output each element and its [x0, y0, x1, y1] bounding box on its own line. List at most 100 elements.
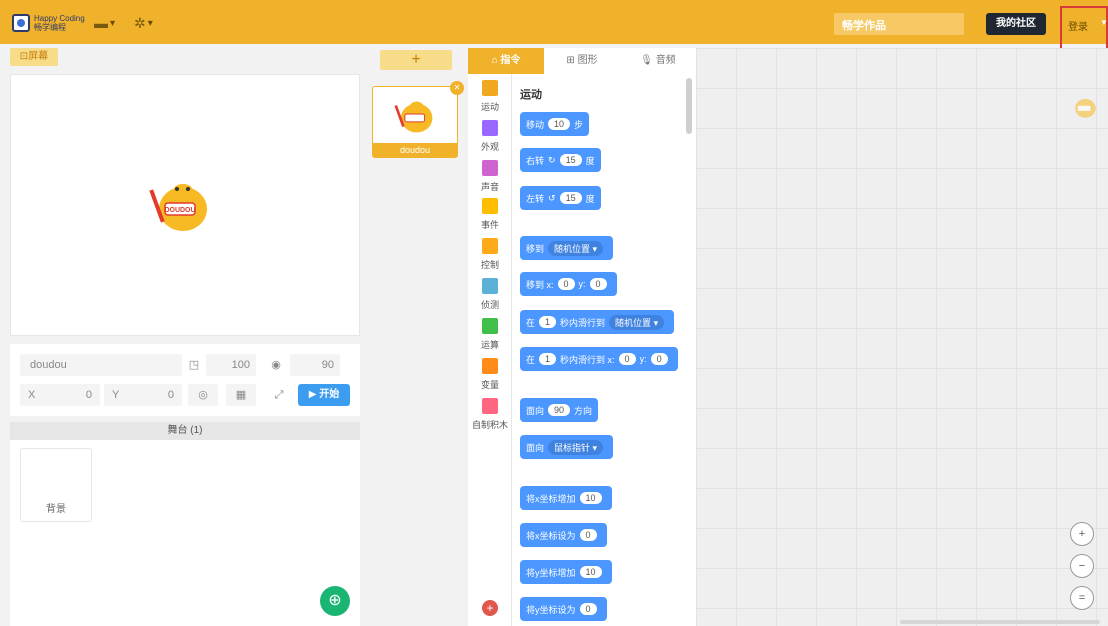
block-set-x[interactable]: 将x坐标设为 0	[520, 523, 607, 547]
block-dropdown[interactable]: 鼠标指针 ▾	[548, 439, 604, 455]
block-input[interactable]: 0	[650, 353, 668, 365]
rotate-left-icon: ↺	[548, 192, 556, 203]
login-button[interactable]: 登录	[1068, 18, 1088, 33]
delete-sprite-icon[interactable]: ✕	[450, 81, 464, 95]
editor-tabs: ⌂ 指令 ⊞ 图形 🎙 音频	[468, 48, 696, 74]
category-control[interactable]: 控制	[468, 238, 512, 271]
block-move[interactable]: 移动 10 步	[520, 112, 590, 136]
zoom-reset-button[interactable]: =	[1070, 586, 1094, 610]
block-goto[interactable]: 移到 随机位置 ▾	[520, 236, 614, 260]
block-change-y[interactable]: 将y坐标增加 10	[520, 560, 612, 584]
block-text: 移到 x:	[526, 279, 554, 290]
expand-icon[interactable]: ⤢	[264, 384, 294, 406]
size-input[interactable]: 100	[206, 354, 256, 376]
category-label: 事件	[480, 220, 499, 230]
gear-icon: ✲	[134, 14, 146, 31]
block-input[interactable]: 10	[579, 566, 602, 578]
block-text: 左转	[526, 193, 545, 204]
tab-code[interactable]: ⌂ 指令	[468, 48, 544, 74]
mic-icon: 🎙	[640, 55, 656, 66]
block-input[interactable]: 15	[559, 154, 582, 166]
block-input[interactable]: 10	[548, 118, 571, 130]
zoom-out-button[interactable]: −	[1070, 554, 1094, 578]
play-icon: ▶	[308, 389, 320, 400]
block-text: 在	[526, 354, 536, 365]
start-button[interactable]: ▶ 开始	[298, 384, 350, 406]
backdrop-card[interactable]: 背景	[20, 448, 92, 522]
block-goto-xy[interactable]: 移到 x: 0 y: 0	[520, 272, 617, 296]
block-input[interactable]: 10	[579, 492, 602, 504]
block-text: 将y坐标增加	[526, 567, 576, 578]
block-set-y[interactable]: 将y坐标设为 0	[520, 597, 607, 621]
settings-menu-button[interactable]: ✲ ▾	[134, 14, 153, 32]
svg-text:DOUDOU: DOUDOU	[164, 207, 195, 214]
zoom-reset-icon: =	[1078, 592, 1086, 604]
category-my-blocks[interactable]: 自制积木	[468, 398, 512, 431]
add-extension-button[interactable]: +	[482, 600, 498, 616]
y-value[interactable]: 0	[168, 384, 174, 406]
block-input[interactable]: 1	[539, 353, 557, 365]
add-backdrop-button[interactable]: ⊕	[320, 586, 350, 616]
app-logo[interactable]: Happy Coding 畅学编程	[12, 10, 98, 36]
category-looks[interactable]: 外观	[468, 120, 512, 153]
category-swatch	[482, 318, 498, 334]
eye-icon[interactable]: ◎	[188, 384, 218, 406]
fullscreen-button[interactable]: ⊡屏幕	[10, 48, 58, 66]
workspace-scrollbar[interactable]	[900, 620, 1100, 624]
backdrop-label: 背景	[46, 504, 66, 515]
chevron-down-icon[interactable]: ▼	[1100, 18, 1108, 27]
category-sensing[interactable]: 侦测	[468, 278, 512, 311]
y-field[interactable]: Y0	[104, 384, 182, 406]
block-input[interactable]: 0	[557, 278, 575, 290]
add-sprite-button[interactable]: +	[380, 50, 452, 70]
category-label: 变量	[480, 380, 499, 390]
community-button[interactable]: 我的社区	[986, 13, 1046, 35]
logo-text-en: Happy Coding	[34, 14, 85, 23]
tab-sounds[interactable]: 🎙 音频	[620, 48, 696, 74]
direction-input[interactable]: 90	[290, 354, 340, 376]
block-input[interactable]: 15	[559, 192, 582, 204]
category-swatch	[482, 278, 498, 294]
category-operators[interactable]: 运算	[468, 318, 512, 351]
sprite-card[interactable]: doudou	[372, 86, 458, 158]
x-label: X	[28, 389, 36, 401]
doudou-sprite[interactable]: DOUDOU	[147, 171, 217, 241]
block-glide-xy[interactable]: 在 1 秒内滑行到 x: 0 y: 0	[520, 347, 678, 371]
grid-view-icon[interactable]: ▦	[226, 384, 256, 406]
palette-scrollbar[interactable]	[686, 78, 692, 134]
category-events[interactable]: 事件	[468, 198, 512, 231]
category-motion[interactable]: 运动	[468, 80, 512, 113]
block-text: 秒内滑行到 x:	[560, 354, 615, 365]
zoom-in-button[interactable]: +	[1070, 522, 1094, 546]
tab-code-label: 指令	[500, 55, 521, 66]
block-turn-left[interactable]: 左转 ↺ 15 度	[520, 186, 601, 210]
block-input[interactable]: 0	[579, 603, 597, 615]
screen-icon: ⊡	[19, 51, 29, 62]
palette-section-title: 运动	[520, 89, 542, 101]
stage-canvas[interactable]: DOUDOU	[10, 74, 360, 336]
x-field[interactable]: X0	[20, 384, 100, 406]
block-input[interactable]: 0	[579, 529, 597, 541]
block-dropdown[interactable]: 随机位置 ▾	[548, 240, 604, 256]
block-input[interactable]: 0	[589, 278, 607, 290]
x-value[interactable]: 0	[86, 384, 92, 406]
sprite-properties-panel: doudou ◳ 100 ◉ 90 X0 Y0 ◎ ▦ ⤢ ▶ 开始	[10, 344, 360, 416]
block-input[interactable]: 90	[548, 404, 571, 416]
block-input[interactable]: 0	[618, 353, 636, 365]
category-variables[interactable]: 变量	[468, 358, 512, 391]
block-input[interactable]: 1	[539, 316, 557, 328]
code-workspace[interactable]	[696, 48, 1108, 626]
tab-costumes[interactable]: ⊞ 图形	[544, 48, 620, 74]
sprite-name-input[interactable]: doudou	[20, 354, 182, 376]
block-change-x[interactable]: 将x坐标增加 10	[520, 486, 612, 510]
block-turn-right[interactable]: 右转 ↻ 15 度	[520, 148, 601, 172]
category-sound[interactable]: 声音	[468, 160, 512, 193]
project-title-input[interactable]: 畅学作品	[834, 13, 964, 35]
logo-icon	[12, 14, 30, 32]
file-menu-button[interactable]: ▬ ▾	[94, 14, 115, 32]
category-label: 运算	[480, 340, 499, 350]
block-dropdown[interactable]: 随机位置 ▾	[609, 314, 665, 330]
block-point-towards[interactable]: 面向 鼠标指针 ▾	[520, 435, 614, 459]
block-point-direction[interactable]: 面向 90 方向	[520, 398, 599, 422]
block-glide[interactable]: 在 1 秒内滑行到 随机位置 ▾	[520, 310, 675, 334]
